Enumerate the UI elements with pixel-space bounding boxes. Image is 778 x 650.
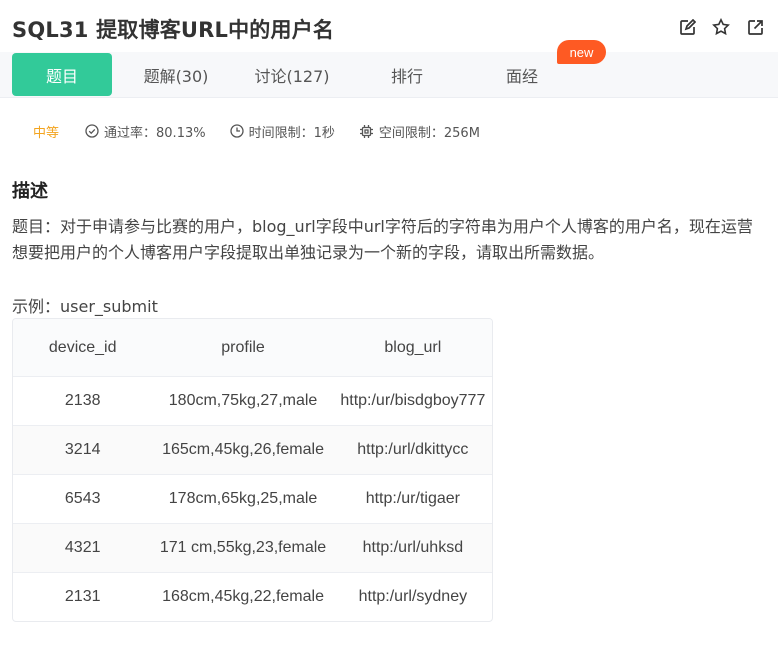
- time-limit: 时间限制：1秒: [229, 122, 335, 141]
- problem-meta: 中等 通过率：80.13% 时间限制：1秒 空间限制：256M: [33, 120, 504, 142]
- tab-bar: 题目 题解(30) 讨论(127) 排行 面经: [0, 52, 778, 98]
- new-badge: new: [557, 40, 606, 64]
- table-row: 2138 180cm,75kg,27,male http:/ur/bisdgbo…: [13, 376, 492, 425]
- table-cell: 6543: [64, 490, 101, 507]
- space-limit-text: 空间限制：256M: [378, 125, 480, 141]
- tab-ranking[interactable]: 排行: [357, 53, 457, 96]
- table-cell: 4321: [64, 539, 101, 556]
- table-cell: 180cm,75kg,27,male: [168, 392, 318, 409]
- pass-rate-text: 通过率：80.13%: [104, 125, 206, 141]
- table-cell: 168cm,45kg,22,female: [162, 588, 324, 605]
- star-icon[interactable]: [710, 16, 732, 38]
- tab-solutions[interactable]: 题解(30): [126, 53, 226, 96]
- table-row: 3214 165cm,45kg,26,female http:/url/dkit…: [13, 425, 492, 474]
- tab-discussion[interactable]: 讨论(127): [242, 53, 342, 96]
- share-icon[interactable]: [744, 16, 766, 38]
- column-header: blog_url: [384, 338, 442, 356]
- table-cell: http:/url/dkittycc: [357, 441, 469, 458]
- title-row: SQL31 提取博客URL中的用户名: [12, 12, 778, 42]
- table-header-row: device_id profile blog_url: [13, 319, 492, 376]
- table-cell: 165cm,45kg,26,female: [162, 441, 324, 458]
- chip-icon: [359, 124, 373, 138]
- edit-icon[interactable]: [676, 16, 698, 38]
- difficulty-badge: 中等: [33, 125, 60, 141]
- column-header: profile: [221, 338, 265, 356]
- table-cell: 171 cm,55kg,23,female: [159, 539, 327, 556]
- table-row: 2131 168cm,45kg,22,female http:/url/sydn…: [13, 572, 492, 621]
- table-cell: 2138: [64, 392, 101, 409]
- example-table: device_id profile blog_url 2138 180cm,75…: [12, 318, 493, 622]
- column-header: device_id: [48, 338, 117, 356]
- clock-icon: [229, 124, 244, 138]
- description-heading: 描述: [12, 181, 48, 202]
- table-cell: http:/url/uhksd: [362, 539, 464, 556]
- table-cell: 2131: [64, 588, 101, 605]
- space-limit: 空间限制：256M: [359, 122, 480, 141]
- tab-problem[interactable]: 题目: [12, 53, 112, 96]
- table-cell: 178cm,65kg,25,male: [168, 490, 318, 507]
- table-cell: http:/url/sydney: [358, 588, 468, 605]
- example-label: 示例：user_submit: [12, 297, 158, 316]
- table-row: 4321 171 cm,55kg,23,female http:/url/uhk…: [13, 523, 492, 572]
- table-cell: http:/ur/tigaer: [365, 490, 460, 507]
- table-row: 6543 178cm,65kg,25,male http:/ur/tigaer: [13, 474, 492, 523]
- description-text: 题目：对于申请参与比赛的用户，blog_url字段中url字符后的字符串为用户个…: [12, 217, 753, 262]
- pass-rate: 通过率：80.13%: [85, 122, 206, 141]
- title-actions: [676, 16, 778, 38]
- time-limit-text: 时间限制：1秒: [248, 125, 335, 141]
- check-circle-icon: [85, 124, 99, 138]
- page-title: SQL31 提取博客URL中的用户名: [12, 18, 335, 42]
- table-cell: http:/ur/bisdgboy777: [340, 392, 486, 409]
- table-cell: 3214: [64, 441, 101, 458]
